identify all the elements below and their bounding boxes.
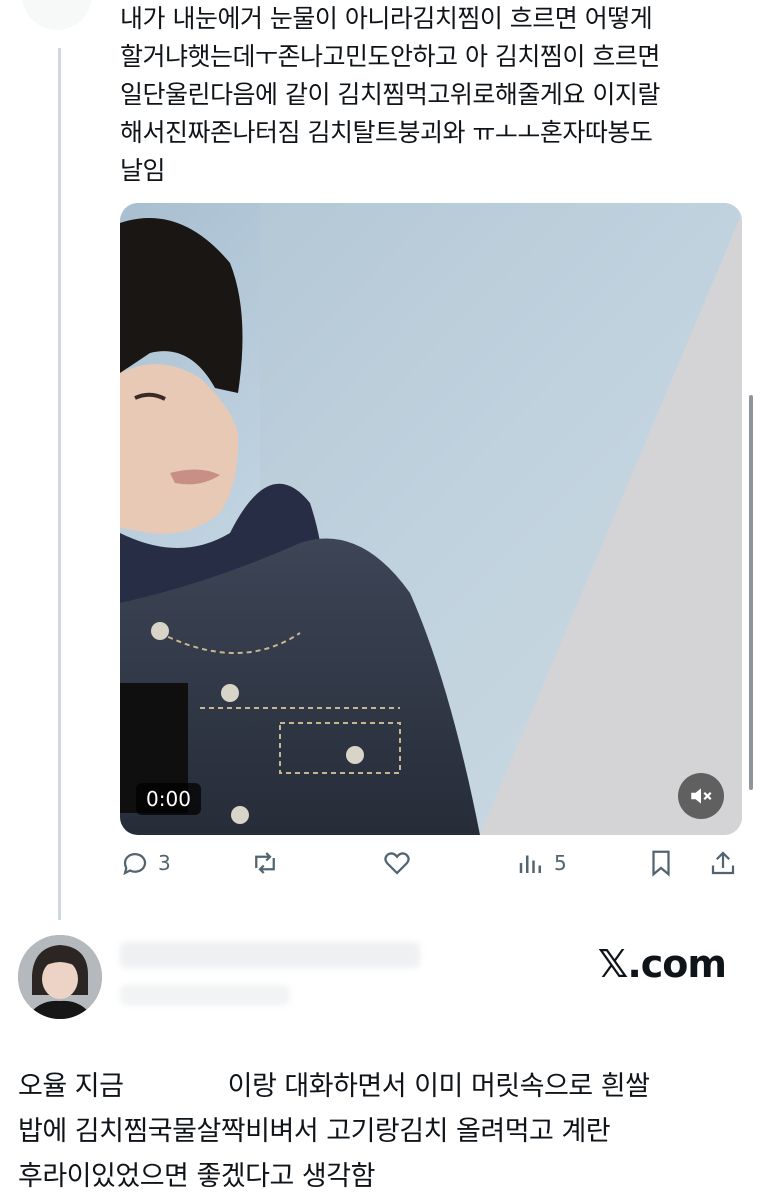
tweet-actions: 3 5: [120, 848, 742, 888]
avatar[interactable]: [18, 935, 102, 1019]
bookmark-button[interactable]: [646, 848, 676, 878]
reply-count: 3: [158, 851, 171, 875]
bookmark-icon: [652, 850, 670, 877]
reply-button[interactable]: 3: [120, 848, 171, 878]
retweet-button[interactable]: [250, 848, 288, 878]
volume-mute-icon[interactable]: [678, 773, 724, 819]
reply-icon: [123, 853, 147, 876]
share-icon: [711, 851, 735, 875]
tweet-text: 내가 내눈에거 눈물이 아니라김치찜이 흐르면 어떻게 할거냐햇는데ㅜ존나고민도…: [120, 4, 660, 185]
views-button[interactable]: 5: [516, 848, 567, 878]
post-text: 오율 지금 이랑 대화하면서 이미 머릿속으로 흰쌀 밥에 김치찜국물살짝비벼서…: [18, 1064, 748, 1199]
thread-line: [58, 48, 61, 920]
share-button[interactable]: [708, 848, 738, 878]
redacted-handle: [120, 985, 290, 1005]
views-count: 5: [554, 851, 567, 875]
x-logo[interactable]: 𝕏.com: [598, 942, 727, 986]
video-frame: [120, 203, 742, 835]
redacted-display-name: [120, 942, 420, 968]
heart-icon: [384, 852, 410, 875]
post-text-before: 오율 지금: [18, 1071, 124, 1102]
like-button[interactable]: [382, 848, 420, 878]
video-player[interactable]: 0:00: [120, 203, 742, 835]
avatar-partial[interactable]: [22, 0, 92, 30]
retweet-icon: [255, 852, 275, 874]
views-icon: [519, 855, 541, 873]
scrollbar[interactable]: [749, 395, 753, 790]
avatar-image: [18, 935, 102, 1019]
video-time: 0:00: [136, 783, 201, 815]
redacted-name: [131, 1075, 220, 1100]
